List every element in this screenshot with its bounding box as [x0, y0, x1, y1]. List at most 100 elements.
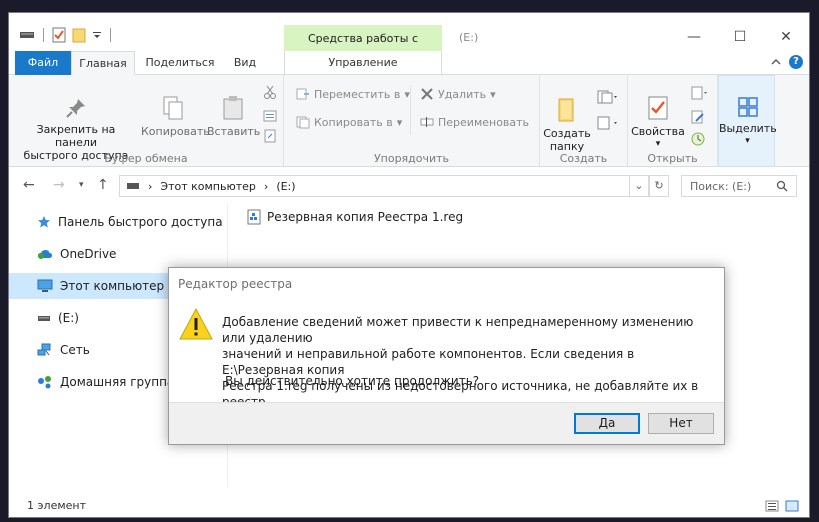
- properties-icon[interactable]: [52, 27, 66, 43]
- new-folder-button[interactable]: Создать папку: [542, 97, 592, 153]
- select-button[interactable]: Выделить ▾: [719, 96, 777, 148]
- search-input[interactable]: Поиск: (E:): [681, 175, 797, 197]
- address-field[interactable]: › Этот компьютер › (E:): [119, 175, 669, 197]
- dialog-message-line: Добавление сведений может привести к неп…: [222, 315, 694, 345]
- move-to-label: Переместить в: [314, 87, 401, 101]
- file-item[interactable]: Резервная копия Реестра 1.reg: [247, 209, 463, 225]
- select-group[interactable]: Выделить ▾: [718, 75, 777, 167]
- explorer-window: Средства работы с дисками (E:) — ☐ ✕ Фай…: [8, 12, 810, 518]
- window-title: (E:): [459, 31, 479, 44]
- drive-icon: [38, 316, 50, 321]
- computer-icon: [37, 279, 53, 292]
- minimize-button[interactable]: —: [671, 25, 717, 49]
- qat-separator: [110, 28, 111, 42]
- yes-button[interactable]: Да: [574, 413, 640, 434]
- cut-icon[interactable]: [263, 85, 277, 99]
- registry-editor-dialog: Редактор реестра Добавление сведений мож…: [168, 267, 725, 445]
- breadcrumb-item[interactable]: (E:): [276, 180, 295, 193]
- title-bar: Средства работы с дисками (E:) — ☐ ✕: [9, 13, 809, 73]
- address-history-button[interactable]: ⌄: [629, 175, 649, 197]
- item-count: 1 элемент: [27, 498, 86, 512]
- nav-item-label: Панель быстрого доступа: [58, 215, 223, 229]
- easy-access-icon[interactable]: [596, 115, 618, 131]
- pin-label-1: Закрепить на панели: [36, 123, 116, 149]
- dialog-title: Редактор реестра: [178, 277, 293, 291]
- dialog-footer: Да Нет: [169, 402, 724, 444]
- copy-button[interactable]: Копировать: [141, 95, 210, 138]
- back-arrow-icon[interactable]: ←: [23, 177, 35, 193]
- refresh-button[interactable]: ↻: [649, 175, 669, 197]
- organize-group-label: Упорядочить: [373, 152, 450, 165]
- nav-item-onedrive[interactable]: OneDrive: [9, 241, 227, 267]
- clipboard-group: Закрепить на панели быстрого доступа Коп…: [9, 75, 284, 167]
- chevron-down-icon: ▾: [655, 139, 661, 149]
- breadcrumb-chevron-icon: ›: [263, 179, 269, 193]
- tab-manage[interactable]: Управление: [284, 51, 442, 75]
- tab-home[interactable]: Главная: [71, 51, 135, 75]
- nav-item-quick-access[interactable]: Панель быстрого доступа: [9, 209, 227, 235]
- rename-label: Переименовать: [438, 115, 530, 129]
- tab-view[interactable]: Вид: [223, 51, 267, 75]
- rename-button[interactable]: Переименовать: [420, 115, 529, 129]
- reg-file-icon: [247, 209, 261, 225]
- up-arrow-icon[interactable]: ↑: [97, 177, 109, 193]
- copy-path-icon[interactable]: [263, 109, 277, 123]
- delete-icon: [421, 88, 433, 100]
- recent-locations-icon[interactable]: ▾: [79, 180, 84, 190]
- details-view-icon[interactable]: [765, 500, 779, 512]
- address-bar-row: ← → ▾ ↑ › Этот компьютер › (E:) ⌄ ↻ Поис…: [9, 167, 809, 203]
- network-icon: [37, 343, 51, 356]
- new-group-label: Создать: [559, 152, 608, 165]
- nav-item-label: Домашняя группа: [60, 375, 175, 389]
- customize-qat-icon[interactable]: [92, 30, 102, 40]
- copy-label: Копировать: [141, 125, 210, 138]
- search-icon: [776, 180, 788, 192]
- clipboard-group-label: Буфер обмена: [104, 152, 188, 165]
- new-item-icon[interactable]: [596, 89, 618, 105]
- open-icon[interactable]: [690, 85, 708, 101]
- no-button[interactable]: Нет: [648, 413, 714, 434]
- dialog-question: Вы действительно хотите продолжить?: [225, 374, 480, 388]
- help-icon[interactable]: ?: [789, 55, 803, 69]
- open-group-label: Открыть: [647, 152, 698, 165]
- homegroup-icon: [38, 376, 51, 389]
- new-group: Создать папку Создать: [540, 75, 628, 167]
- nav-item-label: Этот компьютер: [60, 279, 165, 293]
- window-controls: — ☐ ✕: [671, 25, 809, 49]
- folder-icon: [558, 98, 574, 122]
- dialog-message: Добавление сведений может привести к неп…: [222, 314, 717, 410]
- new-folder-icon[interactable]: [72, 27, 86, 43]
- copy-icon: [163, 96, 183, 120]
- warning-icon: [179, 308, 213, 340]
- large-icons-view-icon[interactable]: [785, 500, 799, 512]
- select-label: Выделить: [719, 122, 777, 135]
- tab-share[interactable]: Поделиться: [141, 51, 219, 75]
- properties-icon: [648, 96, 668, 120]
- edit-icon[interactable]: [690, 109, 706, 125]
- move-to-button[interactable]: Переместить в ▾: [296, 87, 410, 101]
- breadcrumb-item[interactable]: Этот компьютер: [160, 180, 256, 193]
- collapse-ribbon-icon[interactable]: [771, 58, 781, 66]
- paste-shortcut-icon[interactable]: [263, 129, 277, 143]
- delete-button[interactable]: Удалить ▾: [420, 87, 496, 101]
- tab-file[interactable]: Файл: [15, 51, 71, 75]
- maximize-button[interactable]: ☐: [717, 25, 763, 49]
- view-switcher: [765, 500, 799, 512]
- ribbon-right-controls: ?: [771, 55, 803, 69]
- nav-item-label: OneDrive: [60, 247, 117, 261]
- forward-arrow-icon[interactable]: →: [53, 177, 65, 193]
- search-placeholder: Поиск: (E:): [690, 179, 752, 193]
- copy-to-button[interactable]: Копировать в ▾: [296, 115, 402, 129]
- cloud-icon: [38, 250, 52, 259]
- properties-button[interactable]: Свойства ▾: [630, 95, 686, 151]
- chevron-down-icon: ▾: [490, 87, 496, 101]
- history-icon[interactable]: [690, 131, 706, 147]
- chevron-down-icon: ▾: [745, 136, 750, 146]
- close-button[interactable]: ✕: [763, 25, 809, 49]
- paste-icon: [223, 96, 243, 120]
- drive-icon: [127, 183, 139, 189]
- drive-icon: [20, 32, 34, 38]
- paste-button[interactable]: Вставить: [207, 95, 260, 138]
- nav-item-label: Сеть: [60, 343, 90, 357]
- properties-label: Свойства: [631, 125, 685, 138]
